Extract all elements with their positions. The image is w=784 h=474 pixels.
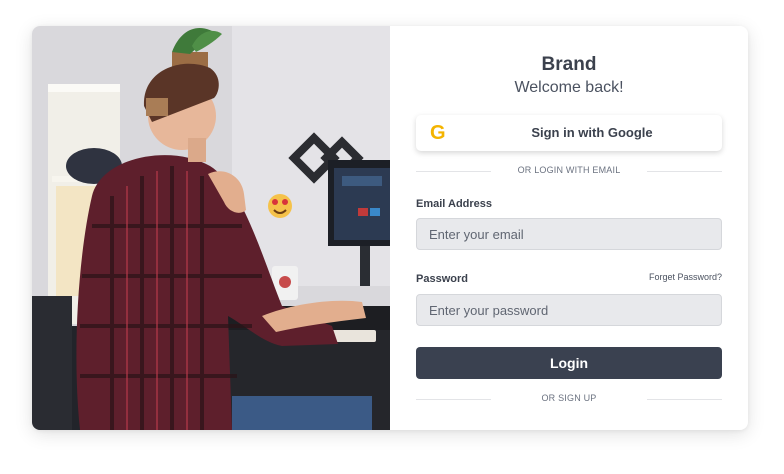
email-label: Email Address	[416, 198, 493, 210]
welcome-text: Welcome back!	[514, 79, 624, 96]
google-signin-label: Sign in with Google	[531, 125, 653, 140]
divider-signup: OR SIGN UP	[416, 392, 722, 406]
divider-login-email: OR LOGIN WITH EMAIL	[416, 164, 722, 178]
login-form: Brand Welcome back! G Sign in with Googl…	[390, 26, 748, 430]
email-field[interactable]	[416, 218, 722, 250]
google-signin-button[interactable]: G Sign in with Google	[416, 115, 722, 151]
divider-text: OR LOGIN WITH EMAIL	[517, 165, 621, 175]
divider-line	[647, 171, 722, 172]
login-card: Brand Welcome back! G Sign in with Googl…	[32, 26, 748, 430]
brand-name: Brand	[541, 54, 597, 75]
login-button[interactable]: Login	[416, 347, 722, 379]
divider-line	[647, 399, 722, 400]
hero-photo	[32, 26, 390, 430]
signup-link[interactable]: OR SIGN UP	[416, 393, 722, 403]
password-field[interactable]	[416, 294, 722, 326]
forgot-password-link[interactable]: Forget Password?	[649, 272, 722, 282]
password-label: Password	[416, 273, 468, 285]
